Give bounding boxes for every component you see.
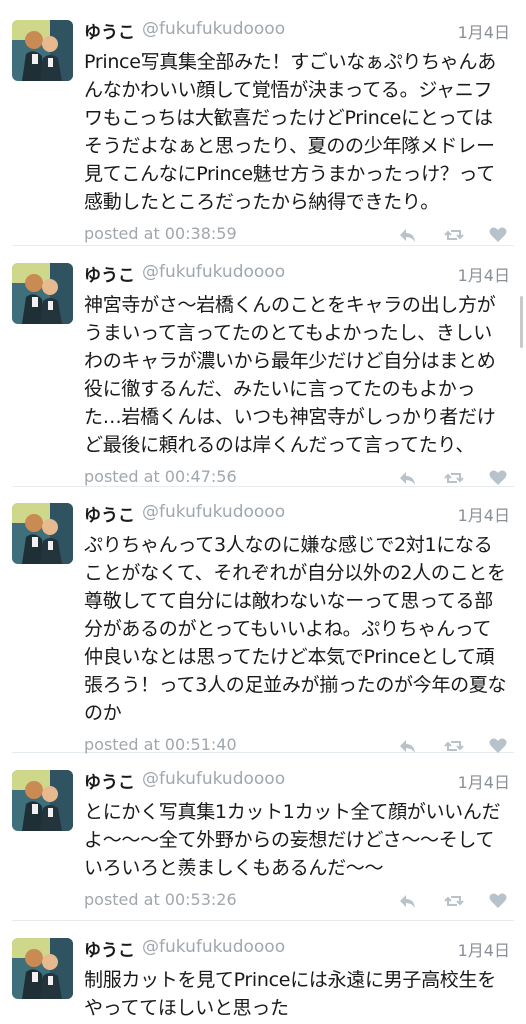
retweet-icon[interactable] (444, 225, 464, 245)
tweet-text: 制服カットを見てPrinceには永遠に男子高校生を やっててほしいと思った (84, 966, 514, 1022)
avatar[interactable] (12, 263, 73, 324)
retweet-icon[interactable] (444, 468, 464, 488)
tweet-text-line: のか (84, 702, 122, 724)
reply-icon[interactable] (398, 468, 418, 488)
reply-icon[interactable] (398, 891, 418, 911)
tweet-text-line: 神宮寺がさ〜岩橋くんのことをキャラの出し方が (84, 294, 496, 316)
tweet-text-line: た…岩橋くんは、いつも神宮寺がしっかり者だけ (84, 406, 496, 428)
user-name[interactable]: ゆうこ (84, 768, 135, 793)
posted-time: posted at 00:51:40 (84, 735, 237, 754)
tweet-text-line: んなかわいい顔して覚悟が決まってる。ジャニフ (84, 79, 493, 101)
tweet-text-line: ことがなくて、それぞれが自分以外の2人のことを (84, 562, 506, 584)
tweet-text-line: よ〜〜〜全て外野からの妄想だけどさ〜〜そして (84, 829, 495, 851)
user-name[interactable]: ゆうこ (84, 501, 135, 526)
reply-icon[interactable] (398, 225, 418, 245)
tweet-text-line: 制服カットを見てPrinceには永遠に男子高校生を (84, 969, 496, 991)
tweet-actions (398, 891, 510, 911)
tweet-text-line: 張ろう！って3人の足並みが揃ったのが今年の夏な (84, 674, 507, 696)
tweet-date[interactable]: 1月4日 (458, 502, 510, 526)
user-handle[interactable]: @fukufukudoooo (142, 262, 285, 282)
tweet-text-line: 分があるのがとってもいいよね。ぷりちゃんって (84, 618, 492, 640)
avatar[interactable] (12, 20, 73, 81)
tweet-divider (12, 920, 514, 921)
user-handle[interactable]: @fukufukudoooo (142, 937, 285, 957)
user-handle[interactable]: @fukufukudoooo (142, 769, 285, 789)
avatar[interactable] (12, 770, 73, 831)
user-name[interactable]: ゆうこ (84, 261, 135, 286)
user-name[interactable]: ゆうこ (84, 18, 135, 43)
tweet-text-line: 見てこんなにPrince魅せ方うまかったっけ？って (84, 163, 495, 185)
tweet-date[interactable]: 1月4日 (458, 937, 510, 961)
reply-icon[interactable] (398, 736, 418, 756)
tweet-text-line: 感動したところだったから納得できたり。 (84, 191, 439, 213)
like-icon[interactable] (488, 891, 508, 911)
tweet-text-line: ワもこっちは大歓喜だったけどPrinceにとっては (84, 107, 493, 129)
tweet-text-line: そうだよなぁと思ったり、夏のの少年隊メドレー (84, 135, 495, 157)
tweet-feed: ゆうこ @fukufukudoooo 1月4日 Prince写真集全部みた！すごいなぁ… (0, 0, 526, 1024)
tweet-text-line: 役に徹するんだ、みたいに言ってたのもよかっ (84, 378, 476, 400)
avatar[interactable] (12, 503, 73, 564)
tweet-text: 神宮寺がさ〜岩橋くんのことをキャラの出し方が うまいって言ってたのとてもよかったし… (84, 291, 514, 459)
tweet-divider (12, 245, 514, 246)
like-icon[interactable] (488, 225, 508, 245)
tweet-actions (398, 468, 510, 488)
tweet-text-line: ぷりちゃんって3人なのに嫌な感じで2対1になる (84, 534, 493, 556)
posted-time: posted at 00:38:59 (84, 224, 237, 243)
tweet-text-line: 仲良いなとは思ってたけど本気でPrinceとして頑 (84, 646, 495, 668)
tweet-actions (398, 225, 510, 245)
tweet-text: Prince写真集全部みた！すごいなぁぷりちゃんあ んなかわいい顔して覚悟が決まっ… (84, 48, 514, 216)
like-icon[interactable] (488, 468, 508, 488)
user-name[interactable]: ゆうこ (84, 936, 135, 961)
posted-time: posted at 00:53:26 (84, 890, 237, 909)
retweet-icon[interactable] (444, 736, 464, 756)
tweet-date[interactable]: 1月4日 (458, 262, 510, 286)
user-handle[interactable]: @fukufukudoooo (142, 502, 285, 522)
tweet-text-line: Prince写真集全部みた！すごいなぁぷりちゃんあ (84, 51, 496, 73)
avatar[interactable] (12, 938, 73, 999)
tweet-text-line: ど最後に頼れるのは岸くんだって言ってたり、 (84, 434, 475, 456)
scrollbar[interactable] (520, 296, 523, 348)
tweet-text-line: いろいろと羨ましくもあるんだ〜〜 (84, 857, 384, 879)
retweet-icon[interactable] (444, 891, 464, 911)
tweet-text: とにかく写真集1カット1カット全て顔がいいんだ よ〜〜〜全て外野からの妄想だけどさ… (84, 798, 514, 882)
tweet-date[interactable]: 1月4日 (458, 19, 510, 43)
user-handle[interactable]: @fukufukudoooo (142, 19, 285, 39)
tweet-text-line: うまいって言ってたのとてもよかったし、きしい (84, 322, 492, 344)
tweet-date[interactable]: 1月4日 (458, 769, 510, 793)
posted-time: posted at 00:47:56 (84, 467, 237, 486)
tweet-text: ぷりちゃんって3人なのに嫌な感じで2対1になる ことがなくて、それぞれが自分以外の… (84, 531, 514, 727)
tweet-text-line: 尊敬してて自分には敵わないなーって思ってる部 (84, 590, 493, 612)
tweet-text-line: わのキャラが濃いから最年少だけど自分はまとめ (84, 350, 496, 372)
tweet-text-line: とにかく写真集1カット1カット全て顔がいいんだ (84, 801, 501, 823)
tweet-actions (398, 736, 510, 756)
like-icon[interactable] (488, 736, 508, 756)
tweet-text-line: やっててほしいと思った (84, 997, 289, 1019)
